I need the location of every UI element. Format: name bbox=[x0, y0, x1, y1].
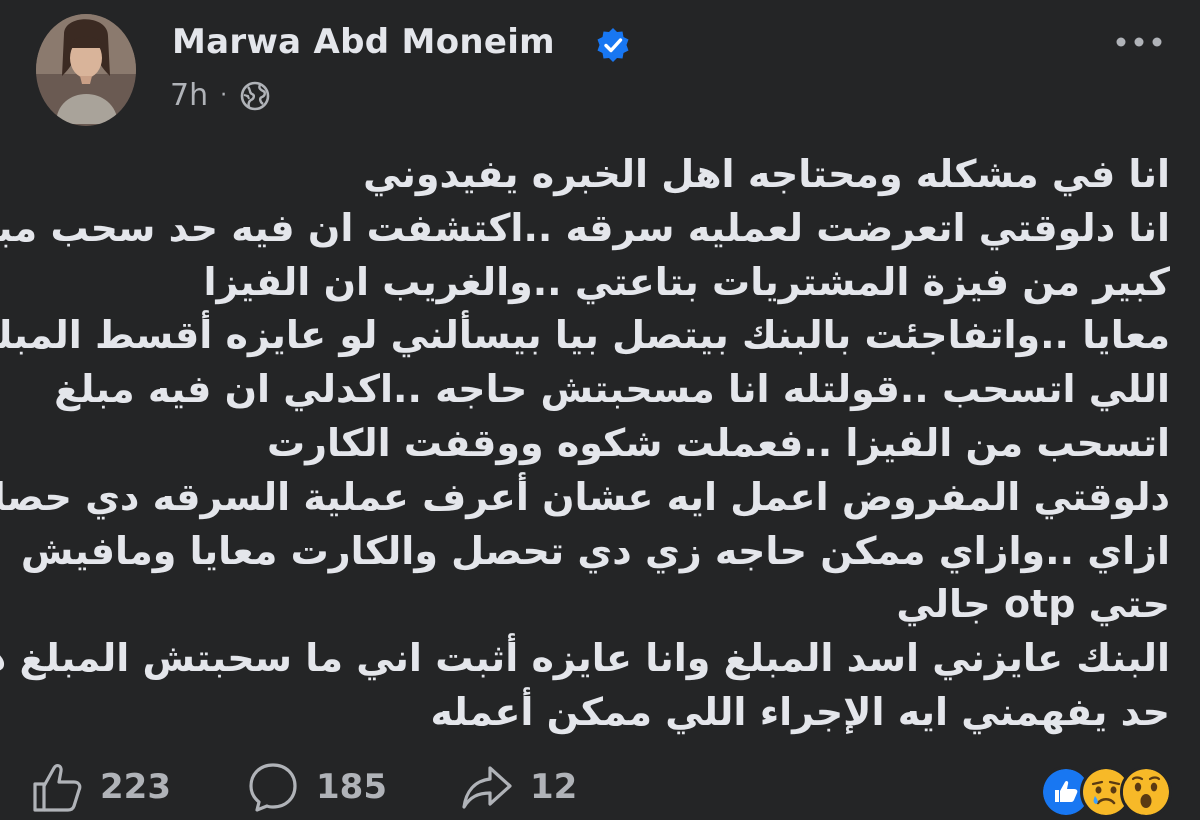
wow-reaction-icon bbox=[1120, 766, 1172, 818]
avatar-image bbox=[36, 14, 136, 126]
globe-icon bbox=[240, 81, 270, 110]
share-count: 12 bbox=[530, 767, 578, 807]
author-name[interactable]: Marwa Abd Moneim bbox=[172, 22, 555, 62]
post-meta: 7h · bbox=[170, 78, 271, 113]
thumbs-up-icon bbox=[33, 764, 82, 812]
post-text-line: انا دلوقتي اتعرضت لعمليه سرقه ..اكتشفت ا… bbox=[0, 205, 1170, 250]
post-text-line: كبير من فيزة المشتريات بتاعتي ..والغريب … bbox=[203, 259, 1170, 304]
comment-count: 185 bbox=[316, 767, 387, 807]
post-text-line: اللي اتسحب ..قولتله انا مسحبتش حاجه ..اك… bbox=[54, 367, 1170, 412]
post-text: انا في مشكله ومحتاجه اهل الخبره يفيدوني … bbox=[0, 148, 1170, 740]
post-text-line: دلوقتي المفروض اعمل ايه عشان أعرف عملية … bbox=[0, 474, 1170, 519]
verified-badge-icon bbox=[597, 28, 629, 62]
post-actions: 223 185 12 bbox=[0, 760, 1200, 820]
share-button[interactable]: 12 bbox=[460, 760, 577, 814]
author-avatar[interactable] bbox=[36, 14, 136, 126]
post-text-line: البنك عايزني اسد المبلغ وانا عايزه أثبت … bbox=[0, 636, 1170, 681]
post-text-line: ازاي ..وازاي ممكن حاجه زي دي تحصل والكار… bbox=[20, 528, 1170, 573]
like-button[interactable]: 223 bbox=[30, 760, 171, 814]
share-arrow-icon bbox=[462, 766, 512, 809]
facebook-post: Marwa Abd Moneim 7h · انا في مشكله ومحتا… bbox=[0, 0, 1200, 820]
comment-button[interactable]: 185 bbox=[246, 760, 387, 814]
post-text-line: انا في مشكله ومحتاجه اهل الخبره يفيدوني bbox=[363, 152, 1170, 196]
like-count: 223 bbox=[100, 767, 171, 807]
more-options-icon[interactable] bbox=[1114, 30, 1164, 54]
comment-bubble-icon bbox=[249, 763, 297, 812]
post-text-line: حد يفهمني ايه الإجراء اللي ممكن أعمله bbox=[430, 689, 1170, 734]
post-time[interactable]: 7h bbox=[170, 78, 208, 113]
reactions-summary[interactable] bbox=[1040, 766, 1172, 818]
meta-separator: · bbox=[220, 83, 228, 108]
post-text-line: اتسحب من الفيزا ..فعملت شكوه ووقفت الكار… bbox=[266, 420, 1170, 465]
post-text-line: حتي otp جالي bbox=[896, 582, 1170, 627]
post-text-line: معايا ..واتفاجئت بالبنك بيتصل بيا بيسألن… bbox=[0, 313, 1170, 358]
